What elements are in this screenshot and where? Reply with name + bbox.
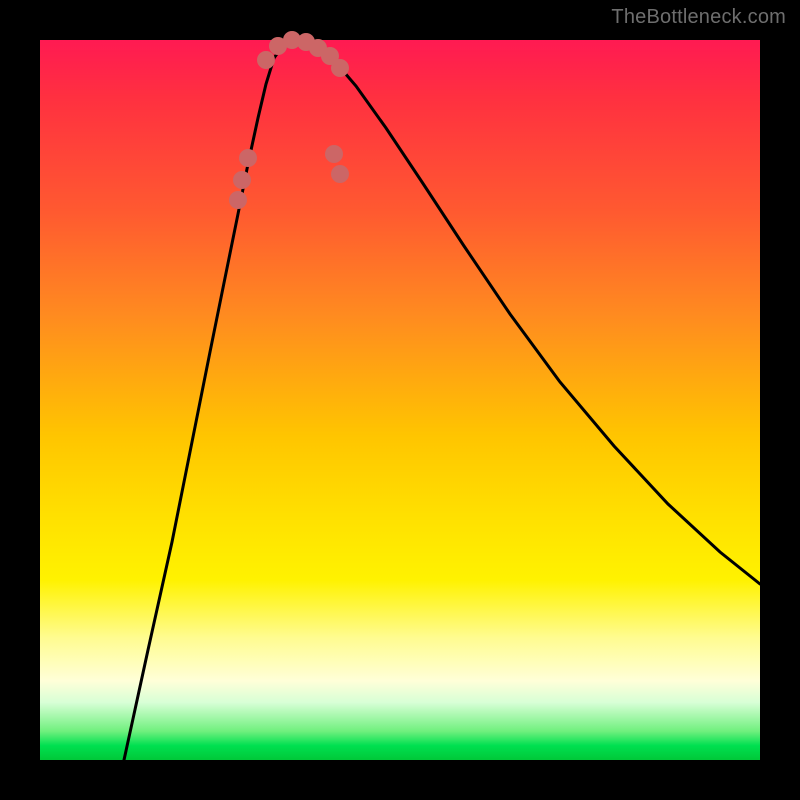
knee-dot — [229, 191, 247, 209]
bottleneck-curve — [124, 40, 760, 760]
knee-dot — [325, 145, 343, 163]
knee-dot — [331, 59, 349, 77]
curve-layer — [40, 40, 760, 760]
knee-dot — [257, 51, 275, 69]
knee-dots — [229, 31, 349, 209]
knee-dot — [331, 165, 349, 183]
knee-dot — [239, 149, 257, 167]
knee-dot — [233, 171, 251, 189]
plot-area — [40, 40, 760, 760]
watermark-label: TheBottleneck.com — [611, 6, 786, 29]
chart-frame: TheBottleneck.com — [0, 0, 800, 800]
